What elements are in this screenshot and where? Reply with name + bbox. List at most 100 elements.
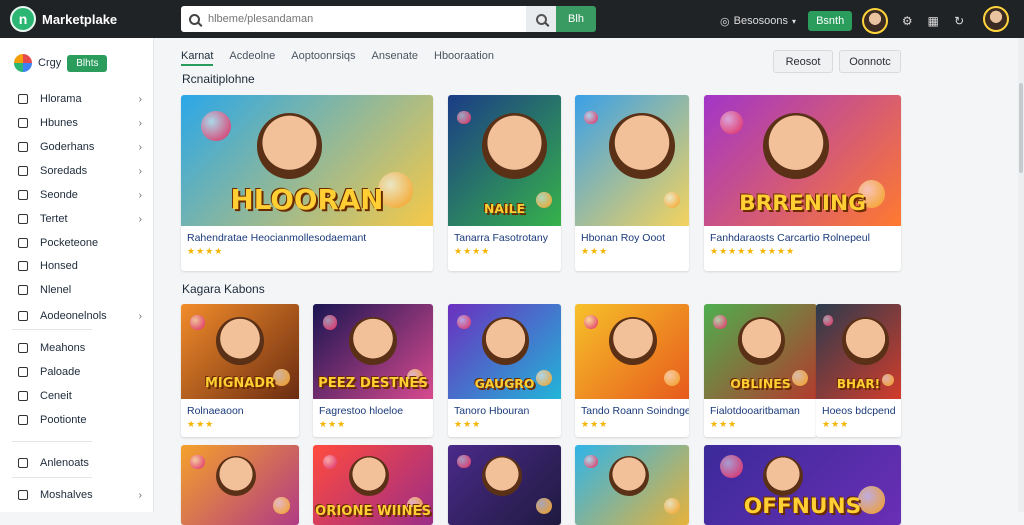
primary-action-button[interactable]: Reosot xyxy=(773,50,833,73)
sidebar-item-3[interactable]: Soredads › xyxy=(18,162,148,180)
game-thumbnail[interactable]: HLOORAN xyxy=(181,95,433,226)
sidebar-item-2[interactable]: Goderhans › xyxy=(18,138,148,156)
sessions-menu[interactable]: ◎ Besosoons ▾ xyxy=(720,15,796,28)
sidebar-header-button[interactable]: Blhts xyxy=(67,54,108,72)
chevron-right-icon: › xyxy=(138,117,142,129)
game-thumbnail[interactable]: ORIONE WIINES xyxy=(313,445,433,525)
sidebar-item-label: Seonde xyxy=(40,189,78,201)
scroll-thumb[interactable] xyxy=(1019,83,1023,173)
game-card[interactable]: OFFNUNS xyxy=(704,445,901,525)
game-title[interactable]: Rahendratae Heocianmollesodaemant xyxy=(181,226,433,244)
game-title[interactable]: Hoeos bdcpend xyxy=(816,399,901,417)
game-card[interactable]: Tando Roann Soindnge ★★★ xyxy=(575,304,689,437)
sidebar-item-4[interactable]: Seonde › xyxy=(18,186,148,204)
tab-1[interactable]: Acdeolne xyxy=(229,48,275,66)
search-go-button[interactable]: Blh xyxy=(556,6,596,32)
game-card[interactable]: OBLINES Fialotdooaritbaman ★★★ xyxy=(704,304,817,437)
clock-icon xyxy=(18,391,28,401)
game-thumbnail[interactable]: BHAR! xyxy=(816,304,901,399)
game-card[interactable]: ORIONE WIINES xyxy=(313,445,433,525)
character-face xyxy=(216,456,257,497)
game-card[interactable]: BRRENING Fanhdaraosts Carcartio Rolnepeul… xyxy=(704,95,901,271)
sidebar-item-1[interactable]: Hbunes › xyxy=(18,114,148,132)
sidebar-item-label: Hlorama xyxy=(40,93,82,105)
sidebar-item-label: Goderhans xyxy=(40,141,95,153)
game-title[interactable]: Tanoro Hbouran xyxy=(448,399,561,417)
game-thumbnail[interactable]: BRRENING xyxy=(704,95,901,226)
game-title[interactable]: Rolnaeaoon xyxy=(181,399,299,417)
game-card[interactable]: BHAR! Hoeos bdcpend ★★★ xyxy=(816,304,901,437)
tab-3[interactable]: Ansenate xyxy=(372,48,418,66)
calendar-icon[interactable]: ▦ xyxy=(926,14,940,28)
game-art-title: PEEZ DESTNES xyxy=(318,376,428,392)
game-card[interactable]: HLOORAN Rahendratae Heocianmollesodaemant… xyxy=(181,95,433,271)
sidebar-item-15[interactable]: Moshalves › xyxy=(18,486,148,504)
secondary-action-button[interactable]: Oonnotc xyxy=(839,50,901,73)
game-card[interactable]: NAILE Tanarra Fasotrotany ★★★★ xyxy=(448,95,561,271)
user-avatar[interactable] xyxy=(983,6,1009,32)
rating-stars: ★★★ xyxy=(822,419,850,429)
game-card[interactable]: Hbonan Roy Ooot ★★★ xyxy=(575,95,689,271)
game-thumbnail[interactable] xyxy=(575,445,689,525)
game-card[interactable] xyxy=(448,445,561,525)
game-card[interactable]: GAUGRO Tanoro Hbouran ★★★ xyxy=(448,304,561,437)
logo-icon: n xyxy=(10,6,36,32)
game-thumbnail[interactable] xyxy=(181,445,299,525)
sidebar-item-label: Honsed xyxy=(40,260,78,272)
game-thumbnail[interactable]: PEEZ DESTNES xyxy=(313,304,433,399)
refresh-icon[interactable]: ↻ xyxy=(952,14,966,28)
sidebar-item-8[interactable]: Nlenel xyxy=(18,281,148,299)
tab-0[interactable]: Karnat xyxy=(181,48,214,66)
game-thumbnail[interactable] xyxy=(448,445,561,525)
sidebar: Crgy Blhts Hlorama › Hbunes › Goderhans › Sore… xyxy=(0,38,154,512)
sessions-label: Besosoons xyxy=(733,15,789,27)
sidebar-item-11[interactable]: Paloade xyxy=(18,363,148,381)
game-thumbnail[interactable] xyxy=(575,95,689,226)
game-card[interactable]: PEEZ DESTNES Fagrestoo hloeloe ★★★ xyxy=(313,304,433,437)
orb-decoration xyxy=(457,454,471,469)
game-card[interactable] xyxy=(181,445,299,525)
game-title[interactable]: Tando Roann Soindnge xyxy=(575,399,689,417)
tab-4[interactable]: Hbooraation xyxy=(434,48,494,66)
game-thumbnail[interactable]: OFFNUNS xyxy=(704,445,901,525)
search-button[interactable] xyxy=(526,6,556,32)
filter-icon[interactable]: ⚙ xyxy=(900,14,914,28)
game-thumbnail[interactable]: GAUGRO xyxy=(448,304,561,399)
game-art-title: ORIONE WIINES xyxy=(314,503,432,519)
sidebar-item-10[interactable]: Meahons xyxy=(18,339,148,357)
app-logo[interactable]: n Marketplake xyxy=(10,6,117,32)
game-title[interactable]: Hbonan Roy Ooot xyxy=(575,226,689,244)
sidebar-item-9[interactable]: Aodeonelnols › xyxy=(18,307,148,325)
game-thumbnail[interactable]: OBLINES xyxy=(704,304,817,399)
game-art-title: OBLINES xyxy=(730,376,791,392)
game-title[interactable]: Fialotdooaritbaman xyxy=(704,399,817,417)
rating-stars: ★★★★★ ★★★★ xyxy=(710,246,796,256)
sidebar-header: Crgy Blhts xyxy=(14,54,108,72)
avatar[interactable] xyxy=(862,8,889,34)
character-face xyxy=(349,317,397,365)
topbar-green-button[interactable]: Bsnth xyxy=(808,11,853,31)
orb-decoration xyxy=(190,315,205,330)
chevron-right-icon: › xyxy=(138,489,142,501)
game-card[interactable] xyxy=(575,445,689,525)
sidebar-item-7[interactable]: Honsed xyxy=(18,257,148,275)
game-card[interactable]: MIGNADR Rolnaeaoon ★★★ xyxy=(181,304,299,437)
game-title[interactable]: Fagrestoo hloeloe xyxy=(313,399,433,417)
sidebar-item-5[interactable]: Tertet › xyxy=(18,210,148,228)
sidebar-item-0[interactable]: Hlorama › xyxy=(18,90,148,108)
sidebar-item-6[interactable]: Pocketeone xyxy=(18,234,148,252)
sidebar-item-13[interactable]: Pootionte xyxy=(18,411,148,429)
search-input[interactable] xyxy=(208,13,508,25)
game-title[interactable]: Fanhdaraosts Carcartio Rolnepeul xyxy=(704,226,901,244)
tab-2[interactable]: Aoptoonrsiqs xyxy=(291,48,355,66)
sidebar-item-12[interactable]: Ceneit xyxy=(18,387,148,405)
search-icon xyxy=(189,13,200,25)
game-title[interactable]: Tanarra Fasotrotany xyxy=(448,226,561,244)
game-thumbnail[interactable]: MIGNADR xyxy=(181,304,299,399)
app-name: Marketplake xyxy=(42,11,118,27)
game-thumbnail[interactable]: NAILE xyxy=(448,95,561,226)
sidebar-item-14[interactable]: Anlenoats xyxy=(18,454,148,472)
game-thumbnail[interactable] xyxy=(575,304,689,399)
scrollbar[interactable] xyxy=(1018,38,1024,512)
orb-decoration xyxy=(190,454,205,469)
